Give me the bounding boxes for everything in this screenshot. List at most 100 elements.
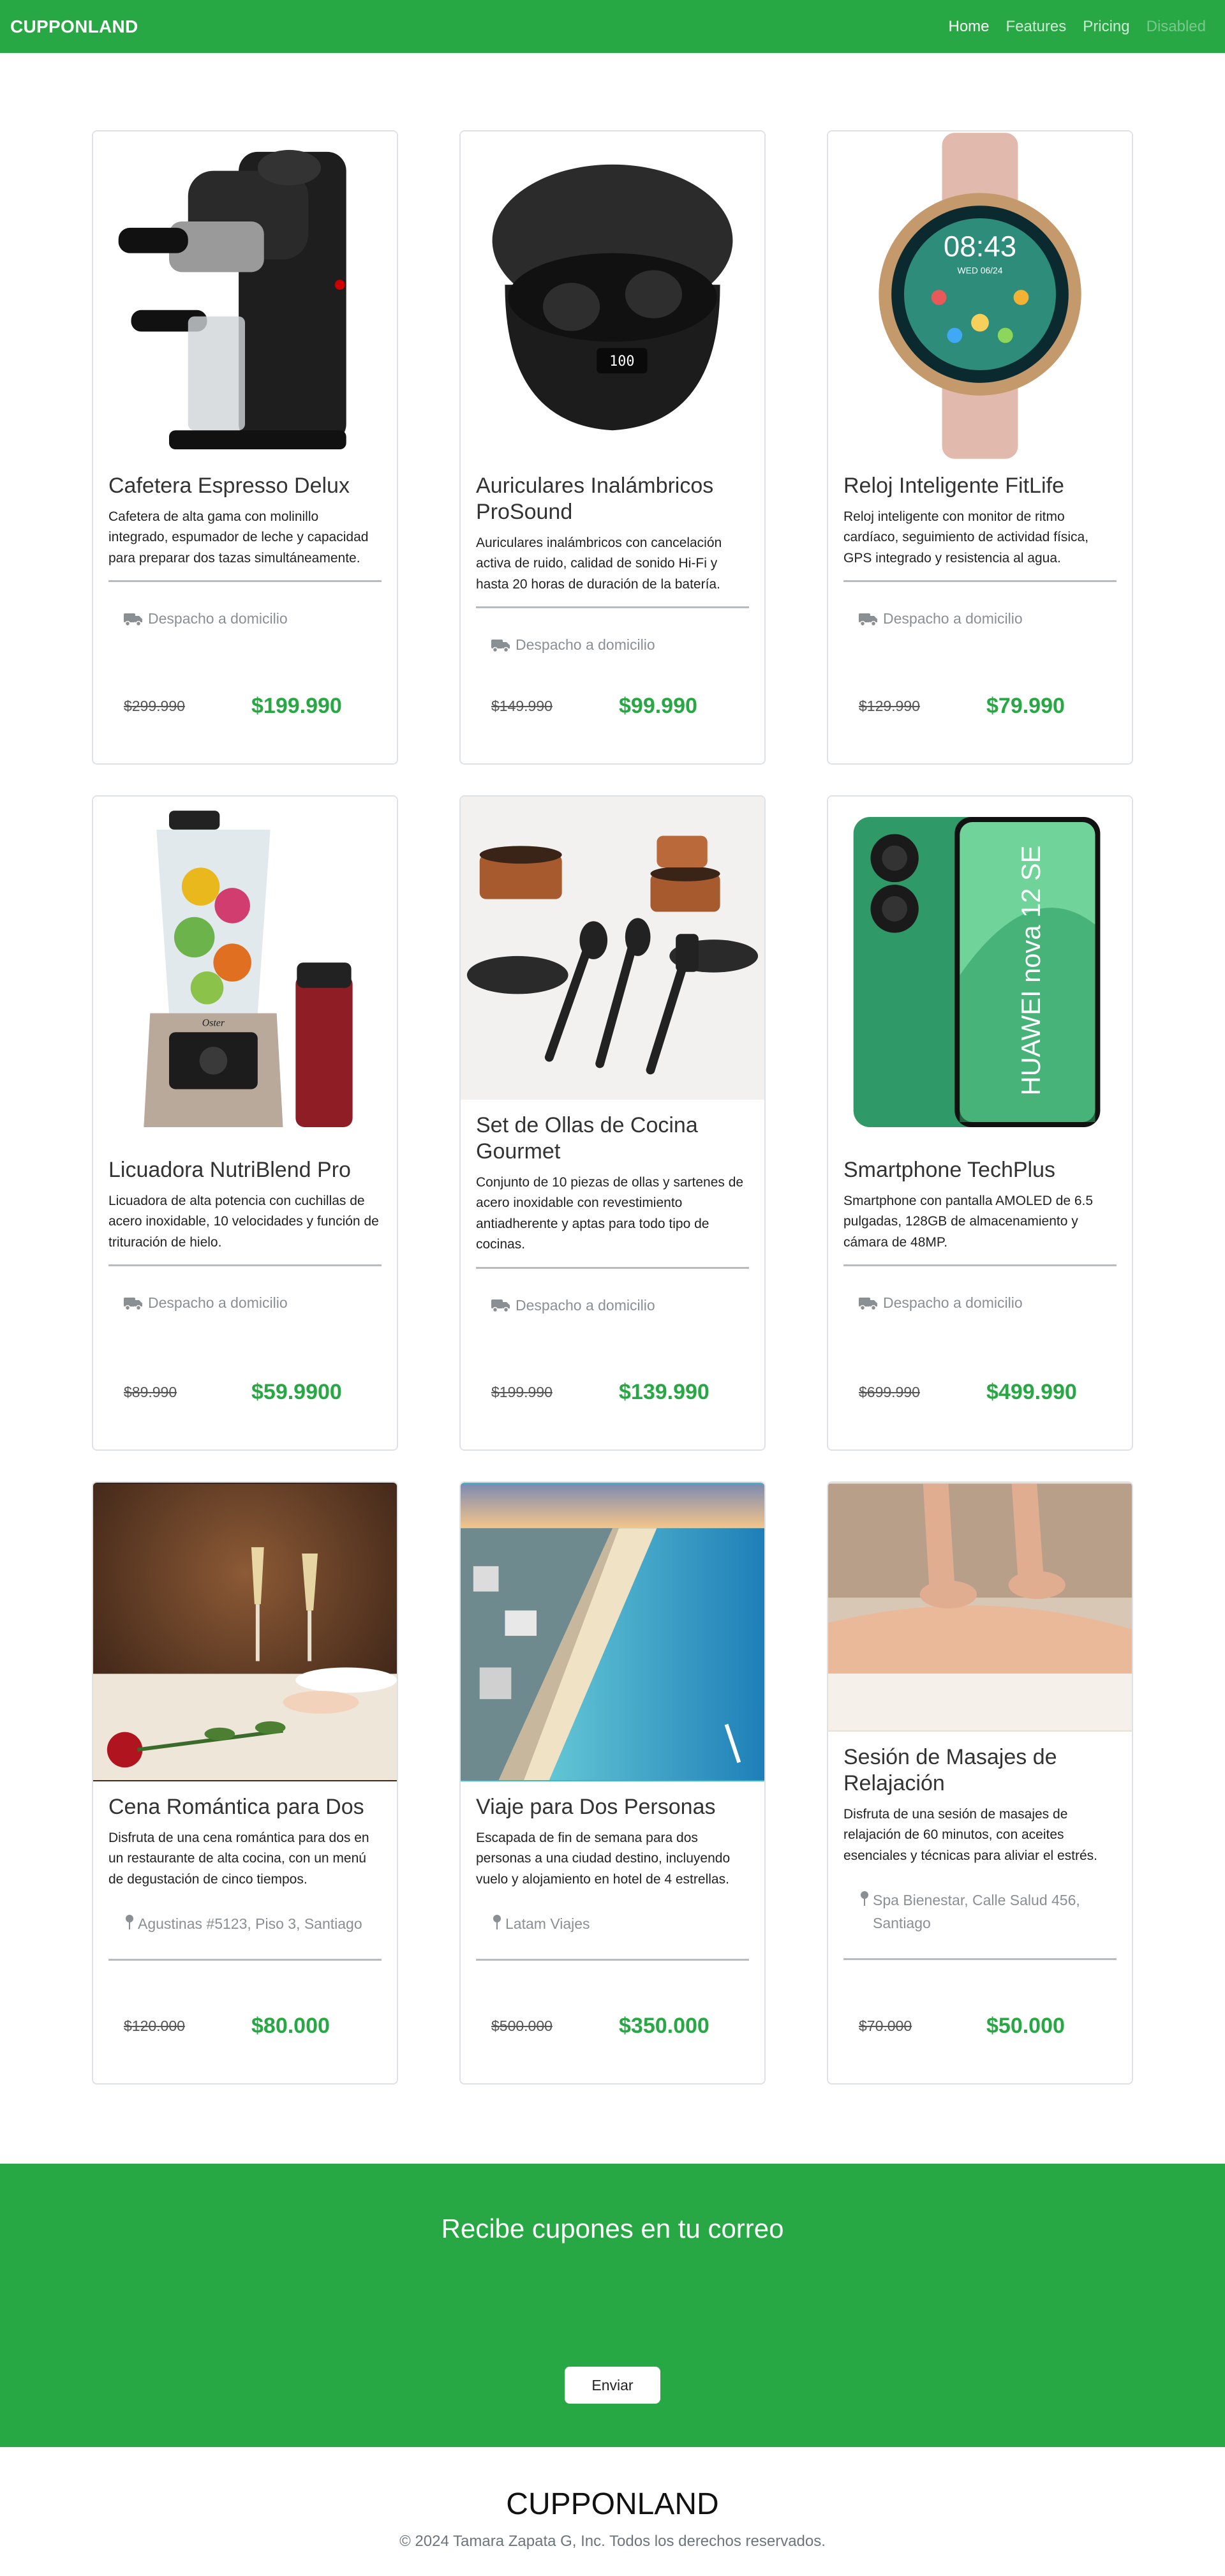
nav-home[interactable]: Home <box>949 18 990 36</box>
shipping-label: Despacho a domicilio <box>883 1294 1023 1312</box>
shipping-label: Despacho a domicilio <box>516 1296 655 1314</box>
price-row: $299.990 $199.990 <box>108 694 382 719</box>
price-row: $500.000 $350.000 <box>476 2014 749 2039</box>
price-row: $89.990 $59.9900 <box>108 1380 382 1405</box>
earbuds-image: 100 <box>461 131 764 460</box>
product-title: Licuadora NutriBlend Pro <box>108 1158 351 1182</box>
shipping-info: Despacho a domicilio <box>843 610 1117 627</box>
product-title: Smartphone TechPlus <box>843 1158 1056 1182</box>
old-price: $89.990 <box>124 1384 177 1400</box>
price-row: $149.990 $99.990 <box>476 694 749 719</box>
product-card[interactable]: Cafetera Espresso Delux Cafetera de alta… <box>92 130 398 765</box>
product-card[interactable]: Oster Licuadora NutriBlend Pro Licuadora… <box>92 795 398 1451</box>
shipping-info: Despacho a domicilio <box>108 1294 382 1312</box>
smartwatch-image: 08:43 WED 06/24 <box>828 131 1132 460</box>
shipping-label: Despacho a domicilio <box>148 1294 288 1312</box>
product-title: Viaje para Dos Personas <box>476 1795 716 1819</box>
product-card[interactable]: Cena Romántica para Dos Disfruta de una … <box>92 1481 398 2085</box>
new-price: $80.000 <box>251 2014 330 2038</box>
product-grid: Cafetera Espresso Delux Cafetera de alta… <box>92 130 1133 2085</box>
newsletter-section: Recibe cupones en tu correo <box>0 2164 1225 2447</box>
old-price: $199.990 <box>491 1384 553 1400</box>
product-card[interactable]: 100 Auriculares Inalámbricos ProSound Au… <box>459 130 766 765</box>
card-body: Sesión de Masajes de Relajación Disfruta… <box>828 1732 1132 2083</box>
product-title: Sesión de Masajes de Relajación <box>843 1745 1057 1795</box>
dinner-image <box>93 1483 397 1781</box>
product-card[interactable]: Viaje para Dos Personas Escapada de fin … <box>459 1481 766 2085</box>
card-body: Licuadora NutriBlend Pro Licuadora de al… <box>93 1144 397 1449</box>
price-row: $120.000 $80.000 <box>108 2014 382 2039</box>
location-label: Agustinas #5123, Piso 3, Santiago <box>138 1915 362 1933</box>
product-description: Disfruta de una sesión de masajes de rel… <box>843 1806 1098 1863</box>
price-row: $70.000 $50.000 <box>843 2014 1117 2039</box>
truck-icon <box>124 613 142 626</box>
divider <box>476 1266 749 1269</box>
newsletter-heading: Recibe cupones en tu correo <box>441 2213 784 2243</box>
nav-disabled: Disabled <box>1146 17 1206 35</box>
location-label: Spa Bienestar, Calle Salud 456, Santiago <box>873 1892 1080 1931</box>
truck-icon <box>859 1297 877 1310</box>
product-title: Cena Romántica para Dos <box>108 1795 364 1819</box>
card-body: Cena Romántica para Dos Disfruta de una … <box>93 1781 397 2083</box>
truck-icon <box>124 1297 142 1310</box>
nav-pricing[interactable]: Pricing <box>1083 18 1129 36</box>
shipping-label: Despacho a domicilio <box>883 610 1023 627</box>
old-price: $500.000 <box>491 2018 553 2034</box>
divider <box>108 1959 382 1961</box>
product-description: Reloj inteligente con monitor de ritmo c… <box>843 509 1089 565</box>
old-price: $149.990 <box>491 698 553 714</box>
phone-label: HUAWEI nova 12 SE <box>1016 845 1046 1095</box>
old-price: $129.990 <box>859 698 920 714</box>
footer-brand: CUPPONLAND <box>506 2487 719 2521</box>
product-description: Escapada de fin de semana para dos perso… <box>476 1830 731 1887</box>
price-row: $699.990 $499.990 <box>843 1380 1117 1405</box>
product-card[interactable]: Sesión de Masajes de Relajación Disfruta… <box>827 1481 1133 2085</box>
navbar: CUPPONLAND Home Features Pricing Disable… <box>0 0 1225 53</box>
shipping-label: Despacho a domicilio <box>516 636 655 654</box>
nav-features[interactable]: Features <box>1006 18 1067 36</box>
location-info: Agustinas #5123, Piso 3, Santiago <box>108 1913 382 1936</box>
old-price: $299.990 <box>124 698 185 714</box>
shipping-info: Despacho a domicilio <box>476 1297 749 1314</box>
shipping-info: Despacho a domicilio <box>476 636 749 654</box>
divider <box>843 1264 1117 1267</box>
old-price: $70.000 <box>859 2018 912 2034</box>
product-description: Smartphone con pantalla AMOLED de 6.5 pu… <box>843 1193 1094 1250</box>
divider <box>476 606 749 609</box>
divider <box>843 1958 1117 1960</box>
send-button[interactable]: Enviar <box>565 2367 660 2404</box>
product-title: Auriculares Inalámbricos ProSound <box>476 474 714 524</box>
blender-image: Oster <box>93 797 397 1144</box>
card-body: Viaje para Dos Personas Escapada de fin … <box>461 1781 764 2083</box>
old-price: $120.000 <box>124 2018 185 2034</box>
map-pin-icon <box>493 1915 501 1930</box>
map-pin-icon <box>861 1891 868 1906</box>
new-price: $499.990 <box>986 1380 1077 1404</box>
price-row: $199.990 $139.990 <box>476 1380 749 1405</box>
watch-time: 08:43 <box>944 230 1016 263</box>
brand-logo[interactable]: CUPPONLAND <box>10 17 138 37</box>
new-price: $139.990 <box>619 1380 709 1404</box>
card-body: Set de Ollas de Cocina Gourmet Conjunto … <box>461 1100 764 1449</box>
watch-date: WED 06/24 <box>958 265 1003 275</box>
new-price: $99.990 <box>619 694 697 718</box>
espresso-machine-image <box>93 131 397 460</box>
card-body: Reloj Inteligente FitLife Reloj intelige… <box>828 460 1132 763</box>
product-title: Cafetera Espresso Delux <box>108 474 350 498</box>
nav-links: Home Features Pricing Disabled <box>949 18 1215 36</box>
product-description: Disfruta de una cena romántica para dos … <box>108 1830 369 1887</box>
new-price: $50.000 <box>986 2014 1065 2038</box>
truck-icon <box>491 1299 510 1313</box>
divider <box>476 1959 749 1961</box>
product-card[interactable]: HUAWEI nova 12 SE Smartphone TechPlus Sm… <box>827 795 1133 1451</box>
new-price: $199.990 <box>251 694 342 718</box>
product-title: Set de Ollas de Cocina Gourmet <box>476 1113 698 1164</box>
product-card[interactable]: 08:43 WED 06/24 Reloj Inteligente FitLif… <box>827 130 1133 765</box>
product-description: Auriculares inalámbricos con cancelación… <box>476 535 722 592</box>
map-pin-icon <box>126 1915 133 1930</box>
smartphone-image: HUAWEI nova 12 SE <box>828 797 1132 1144</box>
cookware-image <box>461 797 764 1100</box>
new-price: $350.000 <box>619 2014 709 2038</box>
shipping-label: Despacho a domicilio <box>148 610 288 627</box>
product-card[interactable]: Set de Ollas de Cocina Gourmet Conjunto … <box>459 795 766 1451</box>
